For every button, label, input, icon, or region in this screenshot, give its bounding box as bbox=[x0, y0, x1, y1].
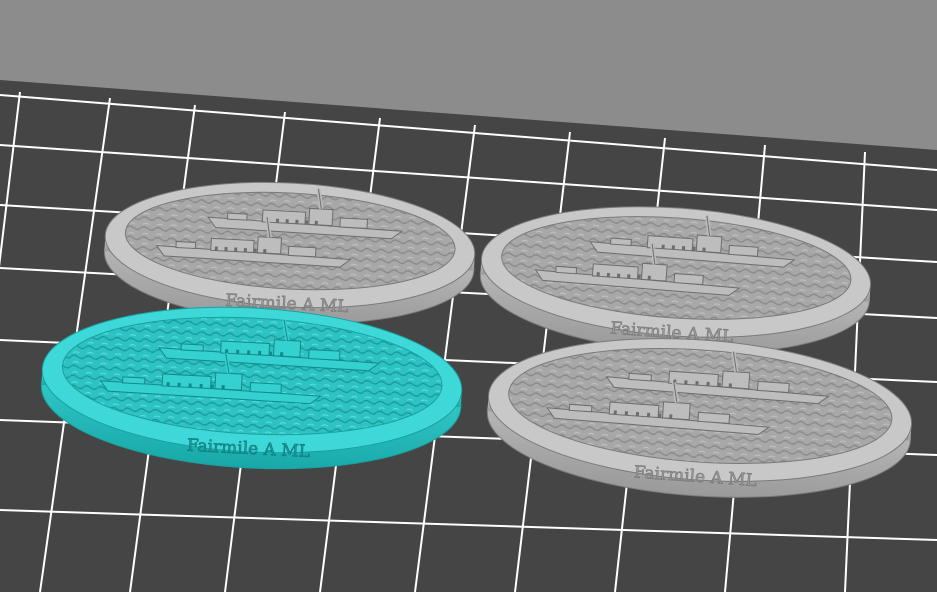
viewport-canvas: Fairmile A MLFairmile A MLFairmile A MLF… bbox=[0, 0, 937, 592]
3d-viewport[interactable]: Fairmile A ML Fairmile A ML Fairmile A ML F… bbox=[0, 0, 937, 592]
